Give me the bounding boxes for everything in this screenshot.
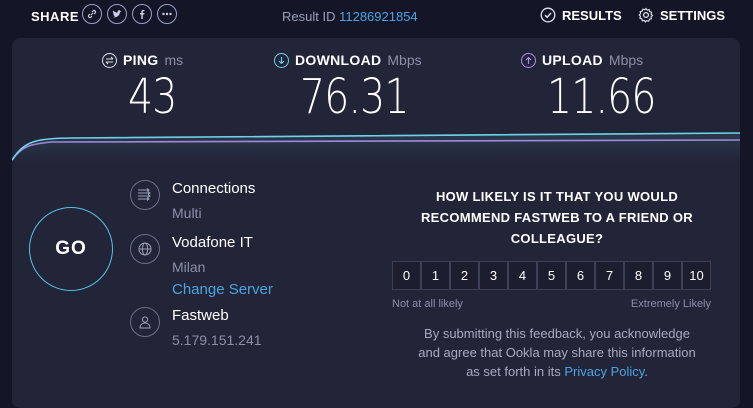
upload-value: 11.66 bbox=[547, 69, 656, 125]
disclaimer-line-3-text: as set forth in its bbox=[466, 364, 561, 379]
connections-row: Connections Multi bbox=[130, 180, 255, 221]
share-label: SHARE bbox=[31, 9, 80, 24]
link-icon[interactable] bbox=[82, 4, 102, 24]
check-circle-icon bbox=[540, 7, 556, 23]
settings-link[interactable]: SETTINGS bbox=[638, 7, 725, 23]
isp-ip: 5.179.151.241 bbox=[172, 332, 262, 348]
ping-metric: PING ms 43 bbox=[102, 50, 187, 122]
gear-icon bbox=[638, 7, 654, 23]
globe-icon bbox=[130, 234, 160, 264]
person-icon bbox=[130, 307, 160, 337]
survey-question: HOW LIKELY IS IT THAT YOU WOULD RECOMMEN… bbox=[392, 186, 722, 249]
scale-labels: Not at all likely Extremely Likely bbox=[392, 298, 711, 310]
upload-label: UPLOAD bbox=[542, 52, 603, 68]
download-label: DOWNLOAD bbox=[295, 52, 382, 68]
rating-3-button[interactable]: 3 bbox=[479, 261, 508, 290]
disclaimer-line-1: By submitting this feedback, you acknowl… bbox=[424, 326, 690, 341]
connections-value: Multi bbox=[172, 205, 202, 221]
results-link[interactable]: RESULTS bbox=[540, 7, 622, 23]
download-value: 76.31 bbox=[300, 69, 409, 125]
upload-arrow-icon bbox=[521, 52, 536, 68]
more-icon[interactable] bbox=[157, 4, 177, 24]
isp-name: Fastweb bbox=[172, 307, 229, 324]
rating-2-button[interactable]: 2 bbox=[450, 261, 479, 290]
download-arrow-icon bbox=[274, 52, 289, 68]
speed-graph bbox=[12, 132, 740, 164]
download-metric: DOWNLOAD Mbps 76.31 bbox=[274, 50, 432, 122]
rating-8-button[interactable]: 8 bbox=[624, 261, 653, 290]
ping-value: 43 bbox=[128, 69, 177, 125]
server-name: Vodafone IT bbox=[172, 234, 253, 251]
upload-metric: UPLOAD Mbps 11.66 bbox=[521, 50, 679, 122]
result-id: Result ID 11286921854 bbox=[282, 9, 418, 24]
ping-icon bbox=[102, 52, 117, 68]
connections-title: Connections bbox=[172, 180, 256, 197]
rating-9-button[interactable]: 9 bbox=[653, 261, 682, 290]
result-id-label: Result ID bbox=[282, 9, 336, 24]
change-server-link[interactable]: Change Server bbox=[172, 281, 273, 298]
upload-unit: Mbps bbox=[608, 52, 644, 68]
twitter-icon[interactable] bbox=[107, 4, 127, 24]
feedback-disclaimer: By submitting this feedback, you acknowl… bbox=[392, 324, 722, 381]
server-row: Vodafone IT Milan Change Server bbox=[130, 234, 273, 298]
download-unit: Mbps bbox=[387, 52, 422, 68]
disclaimer-period: . bbox=[644, 364, 648, 379]
rating-5-button[interactable]: 5 bbox=[537, 261, 566, 290]
isp-row: Fastweb 5.179.151.241 bbox=[130, 307, 262, 348]
scale-high-label: Extremely Likely bbox=[630, 298, 711, 310]
results-panel: PING ms 43 DOWNLOAD Mbps 76.31 UPLOAD Mb… bbox=[12, 38, 740, 408]
scale-low-label: Not at all likely bbox=[392, 298, 463, 310]
ping-label: PING bbox=[123, 52, 159, 68]
rating-4-button[interactable]: 4 bbox=[508, 261, 537, 290]
rating-scale: 0 1 2 3 4 5 6 7 8 9 10 bbox=[392, 261, 722, 290]
facebook-icon[interactable] bbox=[132, 4, 152, 24]
results-label: RESULTS bbox=[562, 7, 622, 23]
ping-unit: ms bbox=[164, 52, 184, 68]
feedback-survey: HOW LIKELY IS IT THAT YOU WOULD RECOMMEN… bbox=[392, 186, 722, 381]
settings-label: SETTINGS bbox=[660, 7, 726, 23]
rating-7-button[interactable]: 7 bbox=[595, 261, 624, 290]
privacy-policy-link[interactable]: Privacy Policy bbox=[564, 364, 644, 379]
question-line-1: HOW LIKELY IS IT THAT YOU WOULD bbox=[435, 189, 679, 204]
question-line-3: COLLEAGUE? bbox=[510, 231, 604, 246]
rating-6-button[interactable]: 6 bbox=[566, 261, 595, 290]
share-icons bbox=[82, 4, 177, 24]
rating-10-button[interactable]: 10 bbox=[682, 261, 711, 290]
disclaimer-line-3: as set forth in its Privacy Policy. bbox=[392, 362, 722, 381]
rating-1-button[interactable]: 1 bbox=[421, 261, 450, 290]
question-line-2: RECOMMEND FASTWEB TO A FRIEND OR bbox=[420, 210, 693, 225]
rating-0-button[interactable]: 0 bbox=[392, 261, 421, 290]
result-id-value[interactable]: 11286921854 bbox=[339, 9, 418, 24]
disclaimer-line-2: and agree that Ookla may share this info… bbox=[418, 345, 696, 360]
connections-icon bbox=[130, 180, 160, 210]
server-location: Milan bbox=[172, 259, 206, 275]
go-button[interactable]: GO bbox=[29, 207, 113, 291]
top-bar: SHARE Result ID 11286921854 RESULTS SETT… bbox=[0, 0, 753, 34]
